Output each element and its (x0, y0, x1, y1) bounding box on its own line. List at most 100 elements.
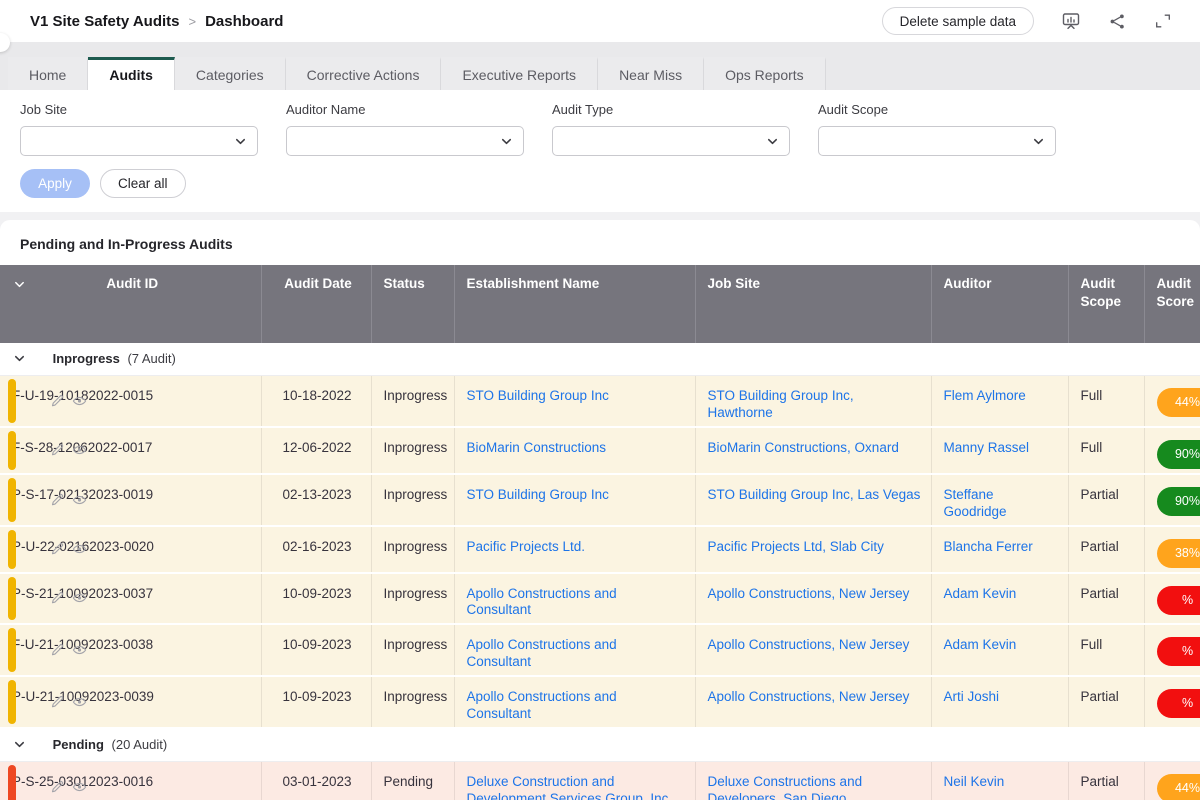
tab-audits[interactable]: Audits (88, 57, 175, 90)
audit-date-cell: 02-13-2023 (261, 474, 371, 526)
auditor-link[interactable]: Adam Kevin (944, 586, 1017, 601)
auditor-link[interactable]: Blancha Ferrer (944, 539, 1033, 554)
status-stripe (8, 765, 16, 800)
filter-select-dropdown[interactable] (20, 126, 258, 156)
edit-pencil-icon[interactable] (50, 591, 65, 606)
tab-ops-reports[interactable]: Ops Reports (704, 57, 826, 90)
filter-select-dropdown[interactable] (552, 126, 790, 156)
job-site-link[interactable]: STO Building Group Inc, Las Vegas (708, 487, 921, 502)
filter-select-dropdown[interactable] (286, 126, 524, 156)
filter-field-job-site: Job Site (20, 102, 258, 156)
view-eye-icon[interactable] (72, 443, 87, 458)
audit-table-row[interactable]: F-U-19-10182022-0015 10-18-2022 Inprogre… (0, 376, 1200, 427)
edit-pencil-icon[interactable] (50, 779, 65, 794)
establishment-link[interactable]: Pacific Projects Ltd. (467, 539, 586, 554)
job-site-link[interactable]: Deluxe Constructions and Developers, San… (708, 774, 863, 800)
status-cell: Inprogress (371, 526, 454, 573)
auditor-link[interactable]: Neil Kevin (944, 774, 1005, 789)
job-site-link[interactable]: Apollo Constructions, New Jersey (708, 689, 910, 704)
expand-icon[interactable] (1154, 12, 1172, 30)
establishment-cell: Deluxe Construction and Development Serv… (454, 761, 695, 800)
tab-corrective-actions[interactable]: Corrective Actions (286, 57, 442, 90)
audit-table-row[interactable]: P-U-21-10092023-0039 10-09-2023 Inprogre… (0, 676, 1200, 728)
establishment-cell: STO Building Group Inc (454, 474, 695, 526)
view-eye-icon[interactable] (72, 694, 87, 709)
audit-scope-cell: Partial (1068, 676, 1144, 728)
audit-score-cell: 38% (1144, 526, 1200, 573)
job-site-link[interactable]: Pacific Projects Ltd, Slab City (708, 539, 884, 554)
establishment-link[interactable]: BioMarin Constructions (467, 440, 607, 455)
tab-home[interactable]: Home (8, 57, 88, 90)
audit-date-cell: 10-09-2023 (261, 676, 371, 728)
tab-executive-reports[interactable]: Executive Reports (441, 57, 598, 90)
group-collapse-chevron-icon[interactable] (13, 738, 26, 754)
view-eye-icon[interactable] (72, 393, 87, 408)
group-collapse-chevron-icon[interactable] (13, 352, 26, 368)
edit-pencil-icon[interactable] (50, 492, 65, 507)
group-count: (20 Audit) (112, 737, 168, 752)
auditor-link[interactable]: Steffane Goodridge (944, 487, 1007, 519)
audit-table-row[interactable]: P-U-22-02162023-0020 02-16-2023 Inprogre… (0, 526, 1200, 573)
auditor-link[interactable]: Adam Kevin (944, 637, 1017, 652)
score-badge: % (1157, 689, 1200, 718)
edit-pencil-icon[interactable] (50, 694, 65, 709)
apply-button[interactable]: Apply (20, 169, 90, 198)
edit-pencil-icon[interactable] (50, 393, 65, 408)
share-icon[interactable] (1108, 12, 1127, 31)
tab-near-miss[interactable]: Near Miss (598, 57, 704, 90)
status-cell: Inprogress (371, 474, 454, 526)
edit-pencil-icon[interactable] (50, 643, 65, 658)
view-eye-icon[interactable] (72, 643, 87, 658)
score-badge: % (1157, 586, 1200, 615)
collapse-all-chevron-icon[interactable] (13, 278, 26, 296)
job-site-cell: Apollo Constructions, New Jersey (695, 676, 931, 728)
job-site-link[interactable]: BioMarin Constructions, Oxnard (708, 440, 899, 455)
auditor-cell: Steffane Goodridge (931, 474, 1068, 526)
audit-table-row[interactable]: F-S-28-12062022-0017 12-06-2022 Inprogre… (0, 427, 1200, 474)
establishment-link[interactable]: STO Building Group Inc (467, 487, 609, 502)
auditor-link[interactable]: Arti Joshi (944, 689, 1000, 704)
clear-all-button[interactable]: Clear all (100, 169, 186, 198)
group-header-row-pending[interactable]: Pending (20 Audit) (0, 728, 1200, 762)
status-stripe (8, 478, 16, 522)
job-site-link[interactable]: STO Building Group Inc, Hawthorne (708, 388, 854, 420)
filter-select-dropdown[interactable] (818, 126, 1056, 156)
audit-table-row[interactable]: P-S-17-02132023-0019 02-13-2023 Inprogre… (0, 474, 1200, 526)
job-site-link[interactable]: Apollo Constructions, New Jersey (708, 586, 910, 601)
chevron-down-icon (1032, 135, 1045, 148)
establishment-link[interactable]: Apollo Constructions and Consultant (467, 637, 617, 669)
audit-table-row[interactable]: P-S-25-03012023-0016 03-01-2023 Pending … (0, 761, 1200, 800)
auditor-cell: Flem Aylmore (931, 376, 1068, 427)
view-eye-icon[interactable] (72, 492, 87, 507)
view-eye-icon[interactable] (72, 591, 87, 606)
audit-scope-cell: Full (1068, 427, 1144, 474)
view-eye-icon[interactable] (72, 542, 87, 557)
view-eye-icon[interactable] (72, 779, 87, 794)
chevron-down-icon (500, 135, 513, 148)
delete-sample-data-button[interactable]: Delete sample data (882, 7, 1034, 35)
auditor-link[interactable]: Manny Rassel (944, 440, 1030, 455)
audit-id-cell: P-U-21-10092023-0039 (0, 676, 261, 728)
audit-table-row[interactable]: F-U-21-10092023-0038 10-09-2023 Inprogre… (0, 624, 1200, 676)
group-count: (7 Audit) (127, 351, 175, 366)
establishment-link[interactable]: STO Building Group Inc (467, 388, 609, 403)
presentation-board-icon[interactable] (1061, 11, 1081, 31)
audit-scope-cell: Full (1068, 624, 1144, 676)
audit-table-row[interactable]: P-S-21-10092023-0037 10-09-2023 Inprogre… (0, 573, 1200, 625)
establishment-link[interactable]: Apollo Constructions and Consultant (467, 689, 617, 721)
group-header-row-inprogress[interactable]: Inprogress (7 Audit) (0, 343, 1200, 376)
tab-label: Executive Reports (462, 67, 576, 83)
status-cell: Inprogress (371, 624, 454, 676)
filter-field-audit-scope: Audit Scope (818, 102, 1056, 156)
edit-pencil-icon[interactable] (50, 542, 65, 557)
breadcrumb-app-name[interactable]: V1 Site Safety Audits (30, 13, 180, 30)
tab-categories[interactable]: Categories (175, 57, 286, 90)
job-site-link[interactable]: Apollo Constructions, New Jersey (708, 637, 910, 652)
auditor-link[interactable]: Flem Aylmore (944, 388, 1026, 403)
establishment-link[interactable]: Apollo Constructions and Consultant (467, 586, 617, 618)
score-badge: % (1157, 637, 1200, 666)
establishment-link[interactable]: Deluxe Construction and Development Serv… (467, 774, 669, 800)
edit-pencil-icon[interactable] (50, 443, 65, 458)
establishment-cell: BioMarin Constructions (454, 427, 695, 474)
status-cell: Inprogress (371, 427, 454, 474)
